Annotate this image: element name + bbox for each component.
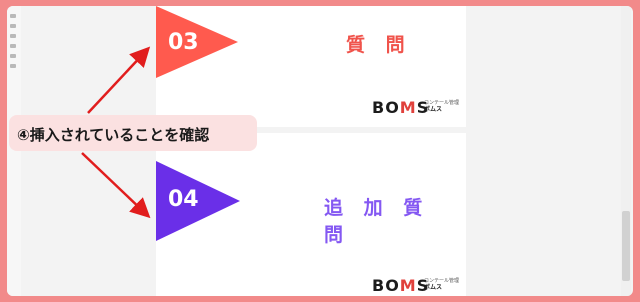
arrow-to-slide-04 [81, 152, 151, 219]
instruction-callout: ④挿入されていることを確認 [9, 115, 257, 151]
screenshot-frame: 03 質 問 BOMS コンテール管理 ボムス 04 追 加 質 問 BOMS … [0, 0, 640, 302]
annotation-arrows [81, 46, 151, 219]
instruction-text: ④挿入されていることを確認 [17, 126, 210, 144]
arrow-to-slide-03 [87, 46, 151, 114]
